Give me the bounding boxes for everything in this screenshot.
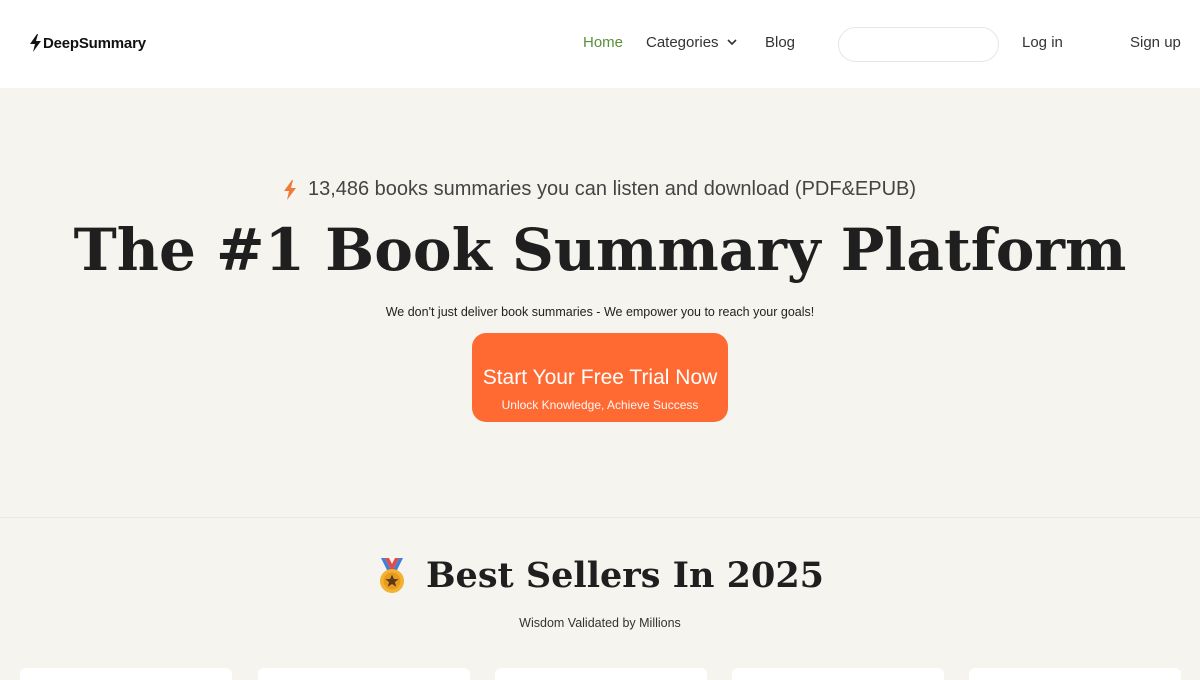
medal-icon — [379, 557, 404, 593]
cta-main-label: Start Your Free Trial Now — [482, 365, 718, 389]
book-card[interactable] — [732, 668, 944, 680]
book-card[interactable] — [20, 668, 232, 680]
site-header: DeepSummary Home Categories Blog Log in … — [0, 0, 1200, 88]
brand-name: DeepSummary — [43, 34, 146, 52]
brand-logo[interactable]: DeepSummary — [30, 34, 146, 52]
start-trial-button[interactable]: Start Your Free Trial Now Unlock Knowled… — [472, 333, 728, 422]
hero-section: 13,486 books summaries you can listen an… — [0, 88, 1200, 518]
bestsellers-section: Best Sellers In 2025 Wisdom Validated by… — [0, 519, 1200, 680]
nav-home[interactable]: Home — [583, 34, 623, 51]
login-link[interactable]: Log in — [1022, 34, 1063, 51]
signup-link[interactable]: Sign up — [1130, 34, 1181, 51]
chevron-down-icon — [726, 39, 737, 46]
hero-tagline: 13,486 books summaries you can listen an… — [0, 178, 1200, 201]
nav-categories-label: Categories — [646, 34, 719, 51]
book-card[interactable] — [969, 668, 1181, 680]
bestsellers-title: Best Sellers In 2025 — [425, 555, 825, 596]
book-card[interactable] — [258, 668, 470, 680]
bolt-icon — [283, 179, 296, 200]
cta-sub-label: Unlock Knowledge, Achieve Success — [501, 397, 699, 412]
book-card[interactable] — [495, 668, 707, 680]
bolt-icon — [30, 34, 41, 52]
search-input[interactable] — [838, 27, 999, 62]
hero-subtitle: We don't just deliver book summaries - W… — [385, 305, 815, 319]
nav-blog[interactable]: Blog — [765, 34, 795, 51]
hero-title: The #1 Book Summary Platform — [73, 216, 1127, 284]
bestsellers-heading: Best Sellers In 2025 — [0, 555, 1200, 596]
nav-categories[interactable]: Categories — [646, 34, 737, 51]
bestsellers-subtitle: Wisdom Validated by Millions — [519, 616, 681, 630]
tagline-text: 13,486 books summaries you can listen an… — [307, 178, 917, 200]
